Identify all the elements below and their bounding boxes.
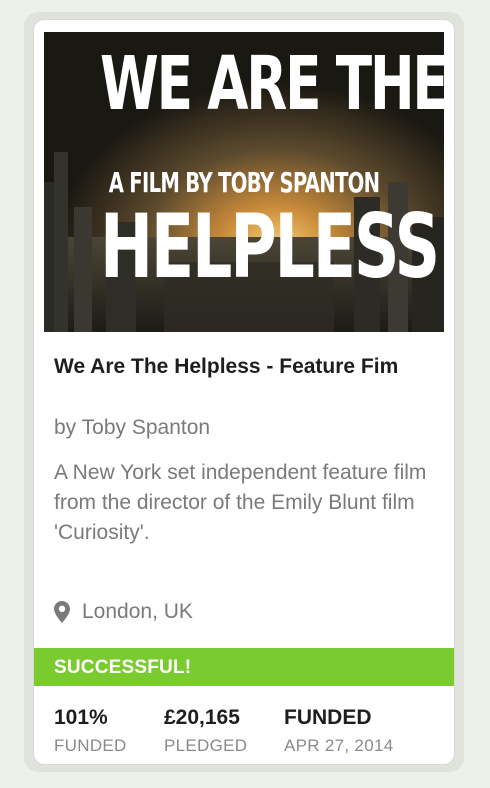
project-card[interactable]: WE ARE THE A FILM BY TOBY SPANTON HELPLE… [34,20,454,764]
stat-end-date-value: FUNDED [284,706,372,729]
stat-funded: 101% FUNDED [54,706,127,756]
project-title[interactable]: We Are The Helpless - Feature Fim [54,352,434,382]
project-blurb: A New York set independent feature film … [54,461,427,544]
hero-title-line-1: WE ARE THE [100,41,444,127]
location-label: London, UK [82,600,193,623]
stat-pledged-value: £20,165 [164,706,240,729]
project-hero-image[interactable]: WE ARE THE A FILM BY TOBY SPANTON HELPLE… [44,32,444,332]
stat-end-date: FUNDED APR 27, 2014 [284,706,393,756]
project-author[interactable]: by Toby Spanton [54,416,210,440]
project-card-frame: WE ARE THE A FILM BY TOBY SPANTON HELPLE… [24,12,464,772]
stat-funded-value: 101% [54,706,108,729]
stat-end-date-label: APR 27, 2014 [284,736,394,755]
status-banner: SUCCESSFUL! [34,648,454,686]
stat-pledged-label: PLEDGED [164,736,248,755]
status-label: SUCCESSFUL! [54,657,192,678]
project-location[interactable]: London, UK [54,600,193,624]
map-pin-icon [54,601,70,623]
stat-funded-label: FUNDED [54,736,127,755]
hero-title-line-2: HELPLESS [100,195,440,298]
stat-pledged: £20,165 PLEDGED [164,706,247,756]
